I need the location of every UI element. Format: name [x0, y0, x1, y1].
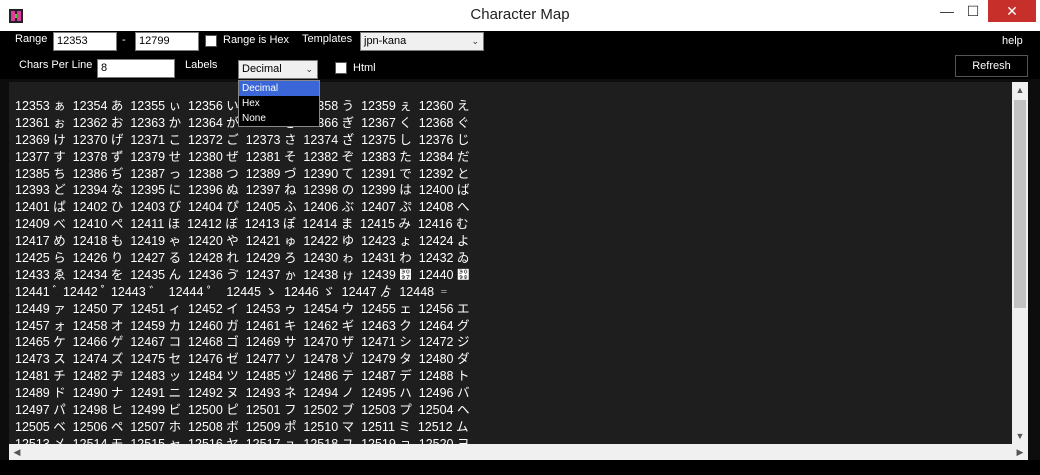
- window-frame-bottom: [0, 460, 1040, 475]
- window-title: Character Map: [470, 6, 570, 23]
- output-line: 12449 ァ 12450 ア 12451 ィ 12452 イ 12453 ゥ …: [15, 301, 470, 316]
- range-dash: -: [122, 34, 126, 46]
- range-label: Range: [15, 33, 48, 45]
- title-bar: Character Map — ☐ ✕: [0, 0, 1040, 31]
- toolbar: Range 12353 - 12799 Range is Hex Templat…: [0, 31, 1040, 79]
- scroll-right-icon[interactable]: ▶: [1012, 444, 1028, 460]
- horizontal-scrollbar[interactable]: ◀ ▶: [9, 444, 1028, 460]
- refresh-button[interactable]: Refresh: [955, 55, 1028, 77]
- labels-option-decimal[interactable]: Decimal: [239, 81, 319, 96]
- templates-select-value: jpn-kana: [364, 35, 407, 47]
- maximize-button[interactable]: ☐: [960, 0, 986, 22]
- vertical-scroll-thumb[interactable]: [1014, 100, 1026, 308]
- chevron-down-icon: ⌄: [471, 36, 479, 46]
- help-link[interactable]: help: [1002, 35, 1023, 47]
- labels-select[interactable]: Decimal ⌄: [238, 60, 318, 79]
- output-line: 12497 パ 12498 ヒ 12499 ビ 12500 ピ 12501 フ …: [15, 403, 470, 418]
- character-output[interactable]: 12353 ぁ 12354 あ 12355 ぃ 12356 い 12357 ぅ …: [9, 82, 1028, 444]
- minimize-button[interactable]: —: [934, 0, 960, 22]
- vertical-scrollbar[interactable]: ▲ ▼: [1012, 82, 1028, 444]
- output-line: 12441 ゙ 12442 ゚ 12443 ゛ 12444 ゜ 12445 ゝ …: [15, 284, 451, 299]
- labels-option-hex[interactable]: Hex: [239, 96, 319, 111]
- range-from-input[interactable]: 12353: [53, 32, 117, 51]
- labels-label: Labels: [185, 59, 218, 71]
- chars-per-line-label: Chars Per Line: [19, 59, 93, 71]
- output-line: 12481 チ 12482 ヂ 12483 ッ 12484 ツ 12485 ヅ …: [15, 369, 470, 384]
- html-label: Html: [353, 62, 376, 74]
- range-is-hex-label: Range is Hex: [223, 34, 290, 46]
- output-line: 12489 ド 12490 ナ 12491 ニ 12492 ヌ 12493 ネ …: [15, 386, 470, 401]
- output-line: 12369 け 12370 げ 12371 こ 12372 ご 12373 さ …: [15, 132, 470, 147]
- output-line: 12505 ベ 12506 ペ 12507 ホ 12508 ボ 12509 ポ …: [15, 419, 469, 434]
- scroll-up-icon[interactable]: ▲: [1012, 82, 1028, 98]
- output-line: 12433 ゑ 12434 を 12435 ん 12436 ゔ 12437 ゕ …: [15, 267, 470, 282]
- output-line: 12401 ぱ 12402 ひ 12403 び 12404 ぴ 12405 ふ …: [15, 200, 470, 215]
- output-line: 12465 ケ 12466 ゲ 12467 コ 12468 ゴ 12469 サ …: [15, 335, 470, 350]
- labels-option-none[interactable]: None: [239, 111, 319, 126]
- templates-select[interactable]: jpn-kana ⌄: [360, 32, 484, 51]
- range-to-input[interactable]: 12799: [135, 32, 199, 51]
- labels-select-value: Decimal: [242, 63, 282, 75]
- output-lines: 12353 ぁ 12354 あ 12355 ぃ 12356 い 12357 ぅ …: [15, 98, 469, 444]
- html-checkbox[interactable]: [335, 62, 347, 74]
- output-line: 12409 べ 12410 ぺ 12411 ほ 12412 ぼ 12413 ぽ …: [15, 217, 469, 232]
- output-line: 12385 ち 12386 ぢ 12387 っ 12388 つ 12389 づ …: [15, 166, 470, 181]
- templates-label: Templates: [302, 33, 353, 45]
- scroll-left-icon[interactable]: ◀: [9, 444, 25, 460]
- labels-dropdown: Decimal Hex None: [238, 80, 320, 127]
- output-line: 12457 ォ 12458 オ 12459 カ 12460 ガ 12461 キ …: [15, 318, 470, 333]
- range-is-hex-checkbox[interactable]: [205, 35, 217, 47]
- output-line: 12417 め 12418 も 12419 ゃ 12420 や 12421 ゅ …: [15, 234, 470, 249]
- close-button[interactable]: ✕: [988, 0, 1036, 22]
- chars-per-line-input[interactable]: 8: [97, 59, 175, 78]
- output-line: 12473 ス 12474 ズ 12475 セ 12476 ゼ 12477 ソ …: [15, 352, 470, 367]
- output-line: 12393 ど 12394 な 12395 に 12396 ぬ 12397 ね …: [15, 183, 470, 198]
- output-line: 12425 ら 12426 り 12427 る 12428 れ 12429 ろ …: [15, 251, 470, 266]
- output-line: 12377 す 12378 ず 12379 せ 12380 ぜ 12381 そ …: [15, 149, 470, 164]
- output-line: 12513 メ 12514 モ 12515 ャ 12516 ヤ 12517 ュ …: [15, 436, 470, 444]
- scroll-down-icon[interactable]: ▼: [1012, 428, 1028, 444]
- chevron-down-icon: ⌄: [305, 64, 313, 74]
